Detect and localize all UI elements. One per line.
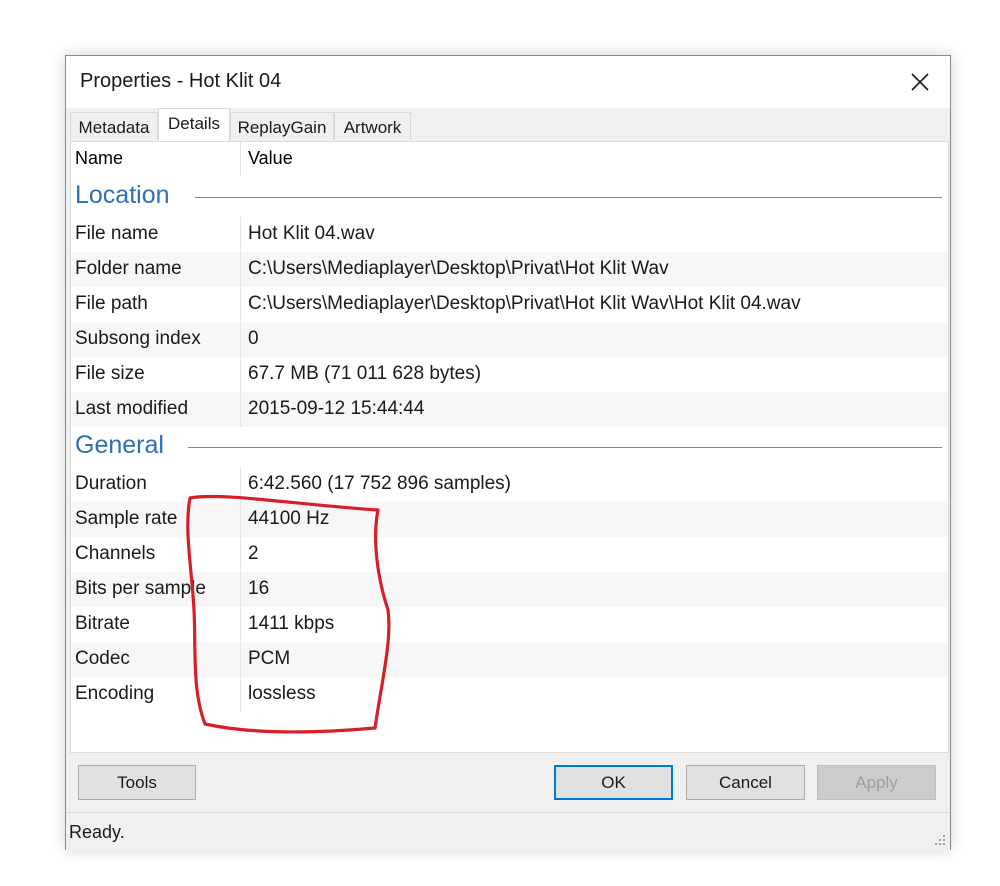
window-title: Properties - Hot Klit 04	[80, 70, 282, 92]
detail-value: 1411 kbps	[248, 613, 335, 634]
column-name-header[interactable]: Name	[75, 148, 123, 169]
detail-name: Duration	[75, 473, 147, 494]
tab-replaygain[interactable]: ReplayGain	[230, 112, 334, 140]
group-title: General	[75, 431, 164, 459]
detail-name: Bits per sample	[75, 578, 206, 599]
detail-name: Channels	[75, 543, 156, 564]
group-divider	[195, 197, 942, 198]
group-general: General	[71, 427, 948, 467]
tab-bar: Metadata Details ReplayGain Artwork	[66, 108, 950, 141]
detail-name: Codec	[75, 648, 130, 669]
tab-details[interactable]: Details	[158, 108, 230, 141]
detail-name: Subsong index	[75, 328, 201, 349]
status-text: Ready.	[69, 822, 125, 842]
title-bar: Properties - Hot Klit 04	[66, 56, 950, 108]
detail-value: 2015-09-12 15:44:44	[248, 398, 425, 419]
apply-button[interactable]: Apply	[817, 765, 936, 800]
detail-row[interactable]: Subsong index 0	[71, 322, 948, 357]
cancel-button[interactable]: Cancel	[686, 765, 805, 800]
detail-row[interactable]: Codec PCM	[71, 642, 948, 677]
detail-value: 0	[248, 328, 259, 349]
detail-row[interactable]: Folder name C:\Users\Mediaplayer\Desktop\…	[71, 252, 948, 287]
detail-value: 44100 Hz	[248, 508, 330, 529]
column-value-header[interactable]: Value	[248, 148, 293, 169]
detail-name: File size	[75, 363, 145, 384]
status-bar: Ready.	[66, 812, 950, 850]
detail-value: 2	[248, 543, 259, 564]
detail-name: Folder name	[75, 258, 182, 279]
detail-value: C:\Users\Mediaplayer\Desktop\Privat\Hot …	[248, 258, 669, 279]
tools-button[interactable]: Tools	[78, 765, 196, 800]
detail-name: Sample rate	[75, 508, 178, 529]
resize-grip-icon[interactable]	[933, 833, 947, 847]
close-icon	[911, 73, 929, 91]
detail-row[interactable]: Channels 2	[71, 537, 948, 572]
detail-value: PCM	[248, 648, 291, 669]
detail-name: Bitrate	[75, 613, 130, 634]
close-button[interactable]	[890, 56, 950, 108]
group-location: Location	[71, 177, 948, 217]
detail-row[interactable]: File name Hot Klit 04.wav	[71, 217, 948, 252]
detail-value: 67.7 MB (71 011 628 bytes)	[248, 363, 482, 384]
detail-row[interactable]: Encoding lossless	[71, 677, 948, 712]
detail-value: Hot Klit 04.wav	[248, 223, 375, 244]
properties-dialog: Properties - Hot Klit 04 Metadata Detail…	[65, 55, 951, 850]
group-title: Location	[75, 181, 170, 209]
detail-row[interactable]: Bits per sample 16	[71, 572, 948, 607]
detail-row[interactable]: File path C:\Users\Mediaplayer\Desktop\Pr…	[71, 287, 948, 322]
detail-name: File path	[75, 293, 148, 314]
detail-name: Last modified	[75, 398, 189, 419]
details-list[interactable]: Name Value Location File name Hot Klit 04…	[70, 141, 949, 753]
column-header: Name Value	[71, 142, 948, 176]
detail-row[interactable]: Sample rate 44100 Hz	[71, 502, 948, 537]
detail-value: lossless	[248, 683, 316, 704]
detail-value: 6:42.560 (17 752 896 samples)	[248, 473, 512, 494]
detail-row[interactable]: Last modified 2015-09-12 15:44:44	[71, 392, 948, 427]
tab-metadata[interactable]: Metadata	[70, 112, 158, 140]
detail-value: 16	[248, 578, 270, 599]
ok-button[interactable]: OK	[554, 765, 673, 800]
detail-name: File name	[75, 223, 159, 244]
detail-row[interactable]: File size 67.7 MB (71 011 628 bytes)	[71, 357, 948, 392]
detail-row[interactable]: Bitrate 1411 kbps	[71, 607, 948, 642]
detail-value: C:\Users\Mediaplayer\Desktop\Privat\Hot …	[248, 293, 801, 314]
group-divider	[188, 447, 942, 448]
detail-name: Encoding	[75, 683, 155, 704]
detail-row[interactable]: Duration 6:42.560 (17 752 896 samples)	[71, 467, 948, 502]
tab-artwork[interactable]: Artwork	[334, 112, 411, 140]
